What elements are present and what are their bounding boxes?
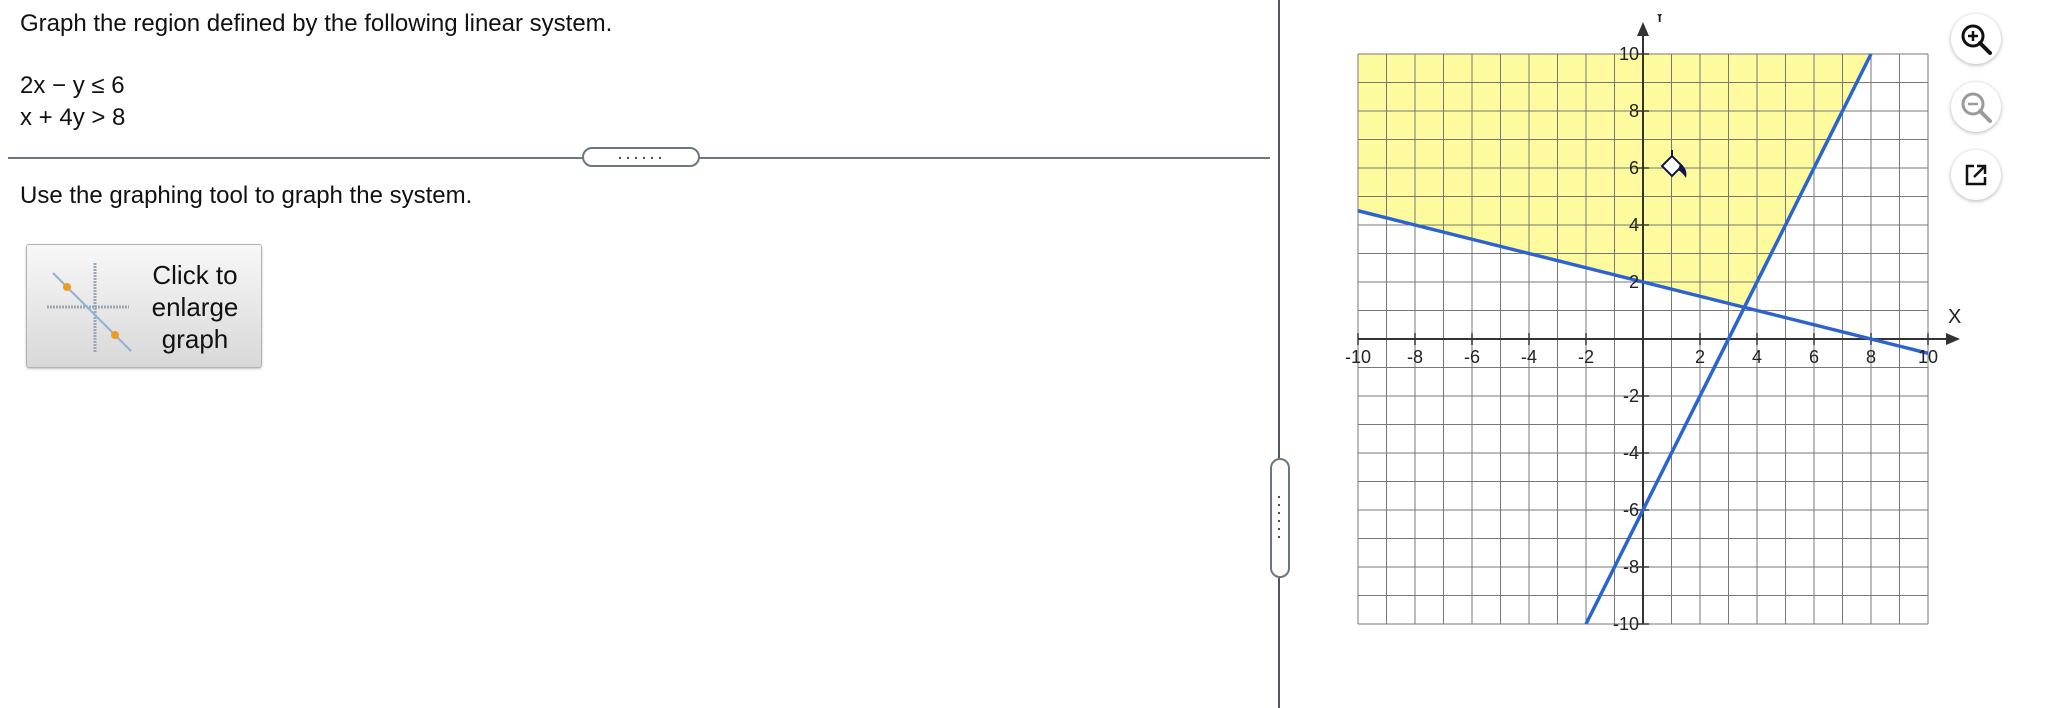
x-tick-label: 6 <box>1809 347 1819 367</box>
y-tick-label: -2 <box>1623 386 1639 406</box>
vertical-divider-handle[interactable]: ······ <box>1270 458 1290 578</box>
x-tick-label: -10 <box>1345 347 1371 367</box>
zoom-in-icon <box>1961 24 1992 55</box>
y-tick-label: 10 <box>1619 44 1639 64</box>
x-tick-label: 10 <box>1918 347 1938 367</box>
y-tick-label: 4 <box>1629 215 1639 235</box>
x-tick-label: -6 <box>1464 347 1480 367</box>
y-tick-label: -4 <box>1623 443 1639 463</box>
y-tick-label: -6 <box>1623 500 1639 520</box>
x-axis-arrow <box>1946 333 1960 345</box>
x-tick-label: -2 <box>1578 347 1594 367</box>
x-tick-label: 8 <box>1866 347 1876 367</box>
popout-button[interactable] <box>1951 150 2001 200</box>
zoom-out-button[interactable] <box>1951 82 2001 132</box>
y-axis-arrow <box>1637 22 1649 36</box>
question-title: Graph the region defined by the followin… <box>20 10 613 37</box>
inequality-1: 2x − y ≤ 6 <box>20 72 125 99</box>
x-tick-label: 2 <box>1695 347 1705 367</box>
y-tick-label: -8 <box>1623 557 1639 577</box>
y-axis-label: Y <box>1653 14 1666 27</box>
y-tick-label: 2 <box>1629 272 1639 292</box>
linear-system: 2x − y ≤ 6 x + 4y > 8 <box>20 70 125 134</box>
zoom-out-icon <box>1961 92 1992 123</box>
enlarge-graph-label: Click to enlarge graph <box>151 260 239 354</box>
vertical-divider <box>1278 0 1280 708</box>
x-tick-label: 4 <box>1752 347 1762 367</box>
horizontal-divider-handle[interactable]: ······ <box>582 147 700 167</box>
x-axis-label: X <box>1948 306 1961 328</box>
enlarge-graph-button[interactable]: Click to enlarge graph <box>26 244 262 368</box>
x-tick-label: -8 <box>1407 347 1423 367</box>
popout-icon <box>1965 164 1987 186</box>
instruction-text: Use the graphing tool to graph the syste… <box>20 182 473 209</box>
y-tick-label: 8 <box>1629 101 1639 121</box>
inequality-2: x + 4y > 8 <box>20 104 126 131</box>
vertical-divider-dots: ······ <box>1270 494 1290 542</box>
graph-thumbnail-icon <box>47 263 132 353</box>
x-tick-label: -4 <box>1521 347 1537 367</box>
graph-canvas[interactable]: X Y -10 -8 -6 -4 -2 2 4 6 8 10 10 8 6 4 2 -2 -4 -6 -8 -10 <box>1322 14 1982 644</box>
question-pane: Graph the region defined by the followin… <box>0 0 1278 708</box>
zoom-in-button[interactable] <box>1951 14 2001 64</box>
y-tick-label: 6 <box>1629 158 1639 178</box>
y-tick-label: -10 <box>1613 614 1639 634</box>
